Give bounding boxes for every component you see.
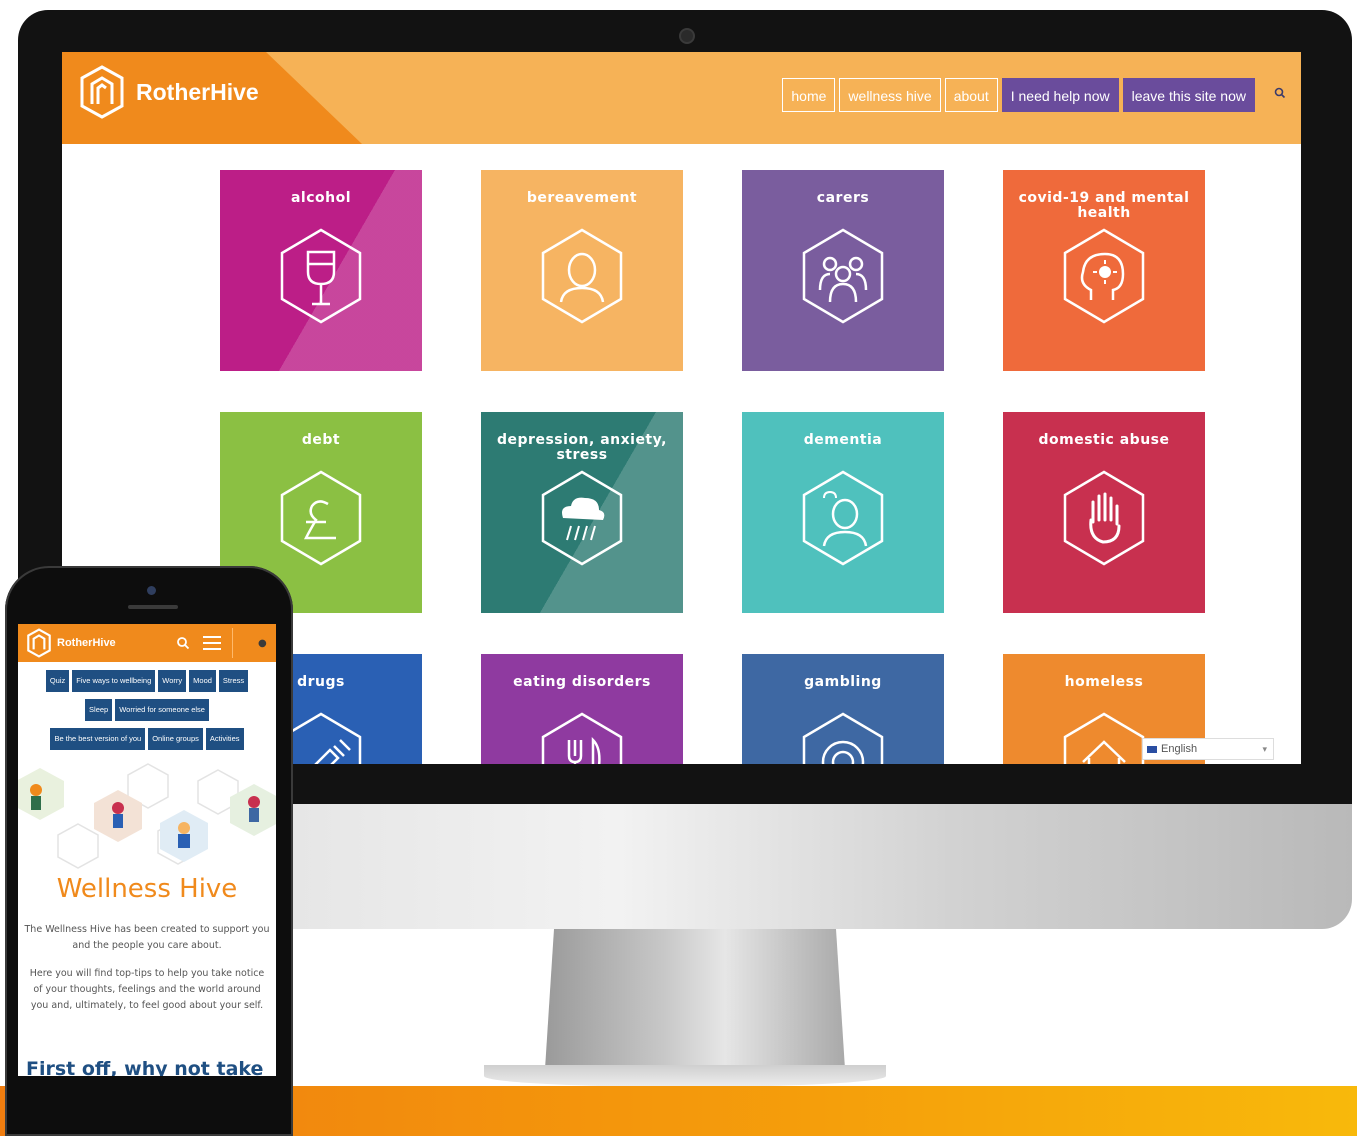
chip-online-groups[interactable]: Online groups [148,728,203,750]
group-of-people-icon [802,228,884,324]
phone-camera-icon [147,586,156,595]
language-selector[interactable]: English ▾ [1142,738,1274,760]
mobile-logo[interactable]: RotherHive [26,628,116,658]
more-icon[interactable]: ● [258,638,267,649]
nav-wellness-hive[interactable]: wellness hive [839,78,941,112]
mobile-header: RotherHive ● [18,624,276,662]
phone-speaker [128,605,178,609]
chip-worry[interactable]: Worry [158,670,187,692]
quick-links: Quiz Five ways to wellbeing Worry Mood S… [18,670,276,757]
tile-label: carers [816,190,870,206]
tile-label: alcohol [290,190,352,206]
intro-paragraph-2: Here you will find top-tips to help you … [29,968,265,1011]
tile-dementia[interactable]: dementia [742,412,944,613]
header-divider [232,628,233,658]
tile-eating-disorders[interactable]: eating disorders [481,654,683,764]
hive-logo-icon [27,628,51,658]
chip-activities[interactable]: Activities [205,728,244,750]
tile-label: covid-19 and mental health [1018,190,1190,221]
page-title: Wellness Hive [56,874,238,904]
webcam-icon [679,28,695,44]
main-nav: home wellness hive about I need help now… [782,78,1255,112]
tile-label: eating disorders [513,674,651,690]
rain-cloud-icon [541,470,623,566]
tile-label: homeless [1064,674,1144,690]
hive-logo-icon [80,65,124,119]
tile-label: gambling [804,674,882,690]
chip-mood[interactable]: Mood [189,670,216,692]
uk-flag-icon [1147,745,1157,753]
search-icon[interactable] [176,636,190,650]
wine-glass-icon [280,228,362,324]
tile-depression-anxiety-stress[interactable]: depression, anxiety, stress [481,412,683,613]
hamburger-menu-icon[interactable] [203,636,221,654]
monitor-stand-base [484,1065,886,1087]
site-logo[interactable]: RotherHive [78,64,259,120]
house-icon [1063,712,1145,764]
tile-label: domestic abuse [1038,432,1170,448]
section-heading: First off, why not take [26,1058,264,1076]
roulette-chip-icon [802,712,884,764]
intro-paragraph: The Wellness Hive has been created to su… [24,924,270,951]
confused-person-icon [802,470,884,566]
chip-best-version[interactable]: Be the best version of you [50,728,146,750]
mobile-brand-name: RotherHive [57,637,116,649]
brand-name: RotherHive [136,78,259,105]
head-with-virus-icon [1063,228,1145,324]
chip-quiz[interactable]: Quiz [45,670,70,692]
hero-hexagon-illustration [18,763,276,869]
nav-about[interactable]: about [944,78,998,112]
chip-stress[interactable]: Stress [218,670,249,692]
tile-domestic-abuse[interactable]: domestic abuse [1003,412,1205,613]
nav-home[interactable]: home [782,78,836,112]
site-header: RotherHive home wellness hive about I ne… [62,52,1301,144]
tile-carers[interactable]: carers [742,170,944,371]
search-icon[interactable] [1273,86,1287,100]
nav-leave-site-button[interactable]: leave this site now [1122,78,1255,112]
chip-five-ways[interactable]: Five ways to wellbeing [72,670,156,692]
knife-and-fork-icon [541,712,623,764]
chip-worried-for-someone[interactable]: Worried for someone else [115,699,209,721]
nav-help-now-button[interactable]: I need help now [1001,78,1119,112]
phone-screen: RotherHive ● Quiz Five ways to wellbeing… [18,624,276,1076]
language-label: English [1161,743,1198,755]
tile-label: dementia [803,432,883,448]
tile-gambling[interactable]: gambling [742,654,944,764]
tile-alcohol[interactable]: alcohol [220,170,422,371]
tile-label: debt [301,432,341,448]
tile-label: bereavement [526,190,638,206]
tile-label: depression, anxiety, stress [497,432,667,463]
raised-hand-icon [1063,470,1145,566]
pound-sign-icon [280,470,362,566]
tile-covid-19[interactable]: covid-19 and mental health [1003,170,1205,371]
tile-bereavement[interactable]: bereavement [481,170,683,371]
grieving-person-icon [541,228,623,324]
monitor-stand [545,929,845,1069]
chevron-down-icon: ▾ [1262,743,1267,754]
chip-sleep[interactable]: Sleep [85,699,113,721]
